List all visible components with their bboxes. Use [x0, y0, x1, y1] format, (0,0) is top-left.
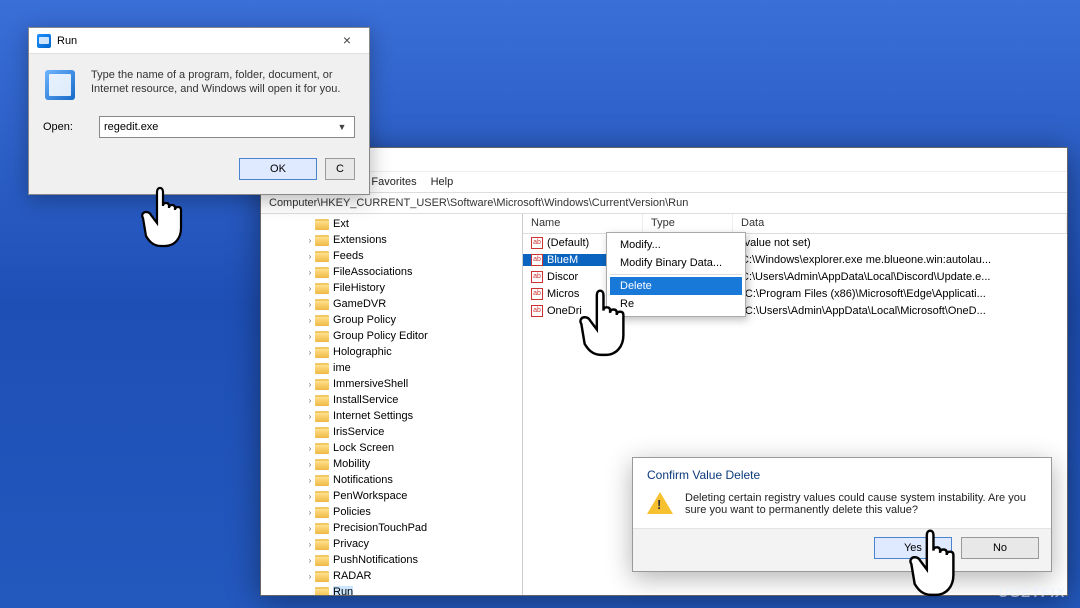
cancel-button[interactable]: C: [325, 158, 355, 180]
folder-icon: [315, 283, 329, 294]
value-row[interactable]: abBlueMC:\Windows\explorer.exe me.blueon…: [523, 251, 1067, 268]
tree-item[interactable]: ›ImmersiveShell: [261, 376, 522, 392]
ok-button[interactable]: OK: [239, 158, 317, 180]
list-header: Name Type Data: [523, 214, 1067, 234]
col-data[interactable]: Data: [733, 214, 1067, 233]
folder-icon: [315, 443, 329, 454]
tree-item[interactable]: ›PrecisionTouchPad: [261, 520, 522, 536]
tree-item[interactable]: ›Internet Settings: [261, 408, 522, 424]
string-value-icon: ab: [531, 254, 543, 266]
watermark: UGETFIX: [998, 584, 1066, 600]
tree-item[interactable]: ›Feeds: [261, 248, 522, 264]
menu-item-favorites[interactable]: Favorites: [371, 176, 416, 188]
folder-icon: [315, 363, 329, 374]
tree-item[interactable]: ›Mobility: [261, 456, 522, 472]
cursor-hand-icon: [140, 186, 196, 252]
tree-item[interactable]: ime: [261, 360, 522, 376]
folder-icon: [315, 235, 329, 246]
folder-icon: [315, 251, 329, 262]
run-instruction: Type the name of a program, folder, docu…: [91, 68, 355, 102]
confirm-message: Deleting certain registry values could c…: [685, 492, 1037, 516]
tree-item[interactable]: ›Privacy: [261, 536, 522, 552]
tree-item[interactable]: ›FileAssociations: [261, 264, 522, 280]
string-value-icon: ab: [531, 271, 543, 283]
open-label: Open:: [43, 121, 89, 133]
folder-icon: [315, 459, 329, 470]
menu-item-help[interactable]: Help: [431, 176, 454, 188]
tree-item[interactable]: ›Lock Screen: [261, 440, 522, 456]
confirm-title: Confirm Value Delete: [633, 458, 1051, 486]
chevron-down-icon[interactable]: ▼: [334, 122, 350, 132]
tree-item[interactable]: ›InstallService: [261, 392, 522, 408]
run-body: Type the name of a program, folder, docu…: [29, 54, 369, 108]
value-row[interactable]: abDiscorC:\Users\Admin\AppData\Local\Dis…: [523, 268, 1067, 285]
run-titlebar[interactable]: Run ×: [29, 28, 369, 54]
folder-icon: [315, 539, 329, 550]
folder-icon: [315, 427, 329, 438]
run-title: Run: [57, 35, 333, 47]
folder-icon: [315, 331, 329, 342]
tree-item[interactable]: Ext: [261, 216, 522, 232]
run-button-row: OK C: [29, 152, 369, 194]
folder-icon: [315, 571, 329, 582]
tree-item[interactable]: ›PushNotifications: [261, 552, 522, 568]
tree-item[interactable]: ›Policies: [261, 504, 522, 520]
no-button[interactable]: No: [961, 537, 1039, 559]
cursor-hand-icon: [908, 528, 970, 602]
tree-item[interactable]: ›Notifications: [261, 472, 522, 488]
run-dialog: Run × Type the name of a program, folder…: [28, 27, 370, 195]
tree-item[interactable]: ›FileHistory: [261, 280, 522, 296]
folder-icon: [315, 491, 329, 502]
folder-icon: [315, 395, 329, 406]
col-type[interactable]: Type: [643, 214, 733, 233]
folder-icon: [315, 379, 329, 390]
string-value-icon: ab: [531, 305, 543, 317]
folder-icon: [315, 507, 329, 518]
context-item-modify-[interactable]: Modify...: [610, 236, 742, 254]
open-combobox[interactable]: ▼: [99, 116, 355, 138]
col-name[interactable]: Name: [523, 214, 643, 233]
folder-icon: [315, 587, 329, 596]
string-value-icon: ab: [531, 237, 543, 249]
folder-icon: [315, 299, 329, 310]
confirm-button-row: Yes No: [633, 528, 1051, 571]
tree-item[interactable]: ›Holographic: [261, 344, 522, 360]
tree-item[interactable]: Run: [261, 584, 522, 595]
run-open-row: Open: ▼: [29, 108, 369, 152]
regedit-titlebar[interactable]: Registry Editor: [261, 148, 1067, 172]
folder-icon: [315, 347, 329, 358]
context-item-modify-binary-data-[interactable]: Modify Binary Data...: [610, 254, 742, 272]
address-bar[interactable]: Computer\HKEY_CURRENT_USER\Software\Micr…: [261, 192, 1067, 214]
cursor-hand-icon: [578, 288, 640, 362]
folder-icon: [315, 411, 329, 422]
close-icon[interactable]: ×: [333, 31, 361, 51]
tree-item[interactable]: ›RADAR: [261, 568, 522, 584]
tree-item[interactable]: IrisService: [261, 424, 522, 440]
folder-icon: [315, 475, 329, 486]
string-value-icon: ab: [531, 288, 543, 300]
tree-item[interactable]: ›PenWorkspace: [261, 488, 522, 504]
regedit-menu-bar: FileEditViewFavoritesHelp: [261, 172, 1067, 192]
tree-item[interactable]: ›GameDVR: [261, 296, 522, 312]
run-icon: [37, 34, 51, 48]
run-program-icon: [43, 68, 77, 102]
open-input[interactable]: [104, 121, 334, 133]
folder-icon: [315, 523, 329, 534]
registry-tree[interactable]: Ext›Extensions›Feeds›FileAssociations›Fi…: [261, 214, 523, 595]
folder-icon: [315, 555, 329, 566]
confirm-delete-dialog: Confirm Value Delete Deleting certain re…: [632, 457, 1052, 572]
value-row[interactable]: ab(Default)REG_SZ(value not set): [523, 234, 1067, 251]
confirm-body: Deleting certain registry values could c…: [633, 486, 1051, 528]
tree-item[interactable]: ›Group Policy: [261, 312, 522, 328]
warning-icon: [647, 492, 673, 518]
folder-icon: [315, 219, 329, 230]
tree-item[interactable]: ›Extensions: [261, 232, 522, 248]
tree-item[interactable]: ›Group Policy Editor: [261, 328, 522, 344]
folder-icon: [315, 315, 329, 326]
folder-icon: [315, 267, 329, 278]
